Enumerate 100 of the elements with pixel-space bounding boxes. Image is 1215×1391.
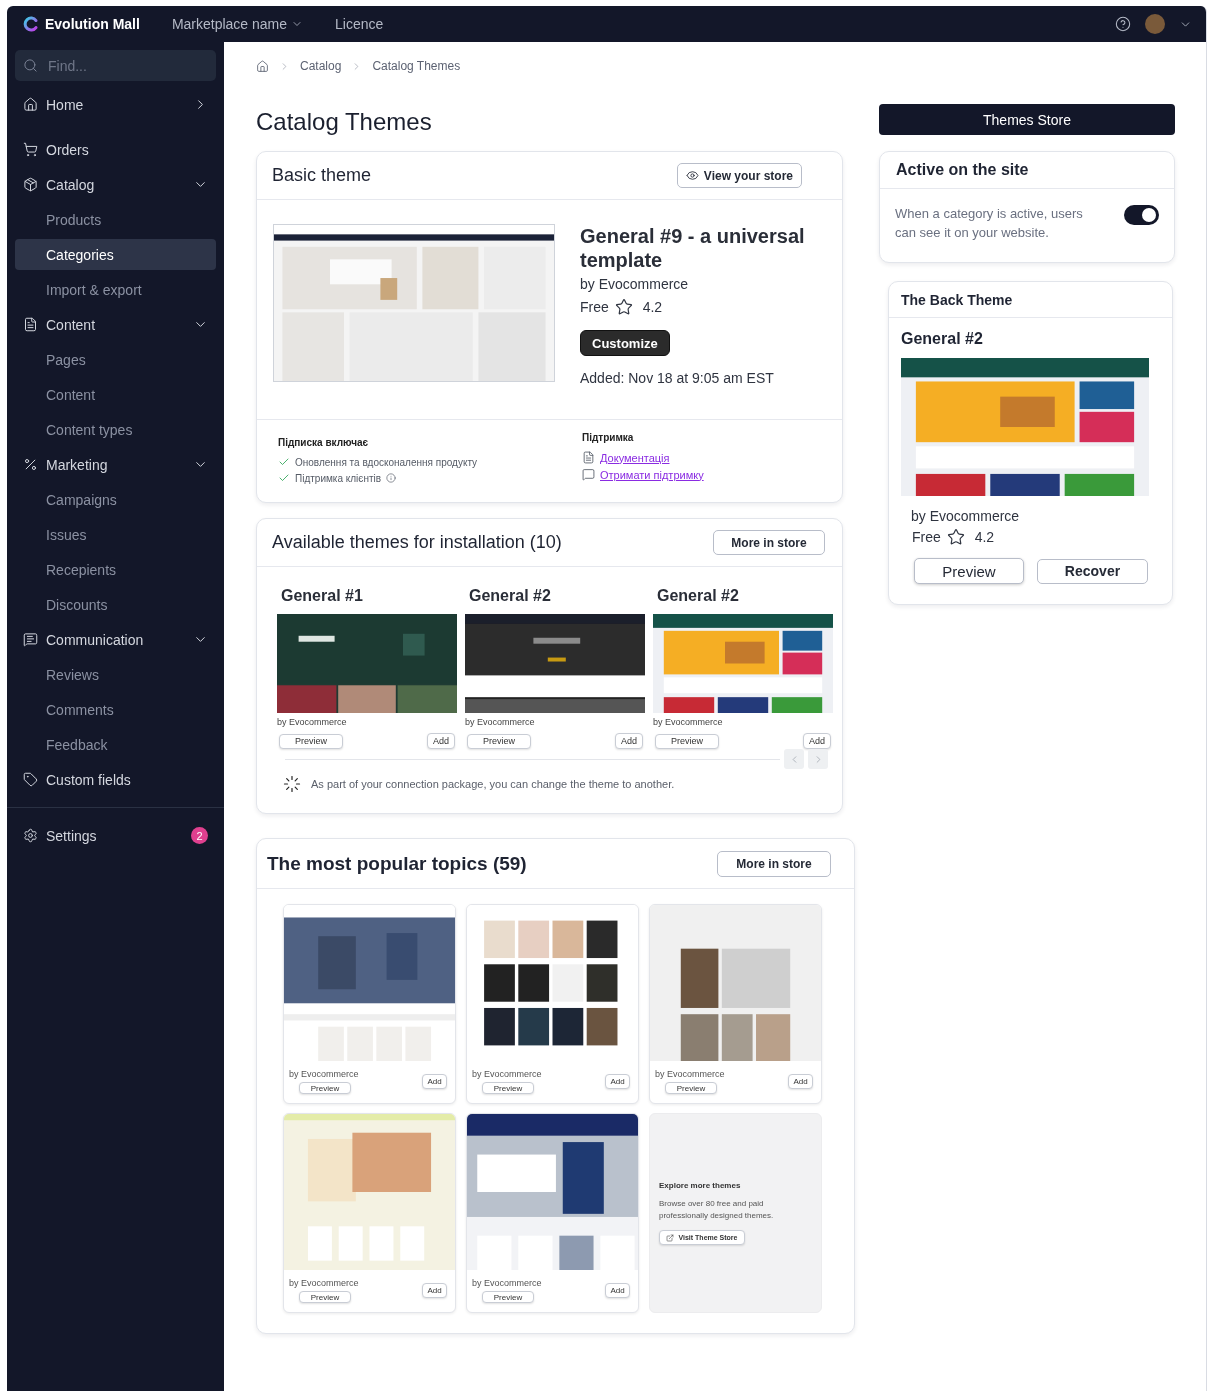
sidebar-subitem[interactable]: Recepients <box>15 554 216 585</box>
brand-logo[interactable]: Evolution Mall <box>23 16 140 32</box>
sidebar-item[interactable]: Content <box>15 309 216 340</box>
section-title: Підписка включає <box>278 437 370 448</box>
sidebar-item[interactable]: Marketing <box>15 449 216 480</box>
more-in-store-button[interactable]: More in store <box>713 530 825 555</box>
themes-store-button[interactable]: Themes Store <box>879 104 1175 135</box>
search-box[interactable]: Find... <box>15 50 216 81</box>
add-button[interactable]: Add <box>605 1283 630 1298</box>
sidebar-subitem[interactable]: Reviews <box>15 659 216 690</box>
breadcrumb-link[interactable]: Catalog Themes <box>372 59 461 73</box>
theme-author: by Evocommerce <box>465 717 536 727</box>
cart-icon <box>23 142 38 157</box>
avatar[interactable] <box>1145 14 1165 34</box>
active-toggle[interactable] <box>1124 205 1159 225</box>
theme-author: by Evocommerce <box>580 276 689 292</box>
sidebar-subitem[interactable]: Import & export <box>15 274 216 305</box>
sidebar-item[interactable]: Communication <box>15 624 216 655</box>
card-title: Available themes for installation (10) <box>272 532 562 553</box>
view-store-button[interactable]: View your store <box>676 163 802 188</box>
theme-author: by Evocommerce <box>653 717 724 727</box>
sidebar-item[interactable]: Orders <box>15 134 216 165</box>
theme-name: General #1 <box>281 587 364 605</box>
preview-button[interactable]: Preview <box>299 1291 351 1303</box>
add-button[interactable]: Add <box>788 1074 813 1089</box>
tag-icon <box>23 772 38 787</box>
add-button[interactable]: Add <box>427 733 455 749</box>
recover-button[interactable]: Recover <box>1037 558 1148 584</box>
explore-title: Explore more themes <box>659 1181 741 1190</box>
theme-author: by Evocommerce <box>472 1278 543 1288</box>
add-button[interactable]: Add <box>422 1283 447 1298</box>
feature-text: Підтримка клієнтів <box>295 472 382 484</box>
preview-button[interactable]: Preview <box>482 1082 534 1094</box>
add-button[interactable]: Add <box>422 1074 447 1089</box>
preview-button[interactable]: Preview <box>279 733 343 749</box>
feature-text: Оновлення та вдосконалення продукту <box>295 456 478 468</box>
top-menu-link[interactable]: Licence <box>335 16 384 32</box>
theme-name: General #2 <box>469 587 552 605</box>
search-icon <box>23 58 38 73</box>
theme-name: General #2 <box>657 587 740 605</box>
preview-button[interactable]: Preview <box>665 1082 717 1094</box>
speech-bubble-icon <box>582 468 595 481</box>
percent-icon <box>23 457 38 472</box>
home-icon <box>23 97 38 112</box>
eye-icon <box>685 169 699 182</box>
star-icon <box>614 298 633 316</box>
theme-author: by Evocommerce <box>911 508 1021 524</box>
add-button[interactable]: Add <box>605 1074 630 1089</box>
preview-button[interactable]: Preview <box>655 733 719 749</box>
page-title: Catalog Themes <box>256 107 433 137</box>
explore-text: Browse over 80 free and paid professionally designed themes. <box>659 1198 775 1222</box>
loader-icon <box>283 775 301 793</box>
preview-button[interactable]: Preview <box>299 1082 351 1094</box>
breadcrumb-link[interactable]: Catalog <box>300 59 342 73</box>
sidebar-subitem[interactable]: Issues <box>15 519 216 550</box>
more-in-store-button[interactable]: More in store <box>717 850 831 877</box>
card-title: Basic theme <box>272 165 372 186</box>
chat-icon <box>23 632 38 647</box>
sidebar-subitem[interactable]: Products <box>15 204 216 235</box>
support-link[interactable]: Документація <box>600 451 670 464</box>
active-description: When a category is active, users can see it on your website. <box>895 205 1084 242</box>
notification-badge: 2 <box>191 827 208 844</box>
search-field[interactable]: Find... <box>46 56 196 75</box>
sidebar-item[interactable]: Catalog <box>15 169 216 200</box>
sidebar-subitem[interactable]: Comments <box>15 694 216 725</box>
box-icon <box>23 177 38 192</box>
help-icon <box>1115 16 1131 32</box>
sidebar-subitem[interactable]: Content <box>15 379 216 410</box>
theme-author: by Evocommerce <box>289 1069 360 1079</box>
back-theme-card: The Back Theme General #2 by Evocommerce Free 4.2 Preview Recover <box>888 281 1173 605</box>
check-icon <box>278 456 290 468</box>
sidebar-item[interactable]: Home <box>15 89 216 120</box>
card-title: Active on the site <box>896 161 1029 179</box>
support-link[interactable]: Отримати підтримку <box>600 468 704 481</box>
card-title: The Back Theme <box>901 291 1013 308</box>
sidebar-item[interactable]: Settings 2 <box>15 820 216 851</box>
info-icon <box>386 473 397 483</box>
home-icon <box>256 59 269 73</box>
preview-button[interactable]: Preview <box>482 1291 534 1303</box>
sidebar-subitem[interactable]: Discounts <box>15 589 216 620</box>
logo-icon <box>23 16 39 32</box>
sidebar-subitem[interactable]: Pages <box>15 344 216 375</box>
add-button[interactable]: Add <box>615 733 643 749</box>
customize-button[interactable]: Customize <box>580 330 670 356</box>
preview-button[interactable]: Preview <box>467 733 531 749</box>
add-button[interactable]: Add <box>803 733 831 749</box>
external-link-icon <box>666 1233 675 1242</box>
sidebar-subitem[interactable]: Feedback <box>15 729 216 760</box>
sidebar-subitem[interactable]: Content types <box>15 414 216 445</box>
document-icon <box>582 451 595 464</box>
theme-author: by Evocommerce <box>655 1069 726 1079</box>
check-icon <box>278 472 290 484</box>
basic-theme-card: Basic theme View your store General #9 - a universal template by Evocommerce Free 4.2 Customize Added: Nov 18 at 9:05 am EST Підписка включає Оновлення та вдосконалення продукту Підтримка клієнтів Підтримка Документація Отримати підтримку <box>256 151 843 503</box>
sidebar-subitem[interactable]: Categories <box>15 239 216 270</box>
top-menu-link[interactable]: Marketplace name <box>171 16 304 32</box>
sidebar-item[interactable]: Custom fields <box>15 764 216 795</box>
sidebar-subitem[interactable]: Campaigns <box>15 484 216 515</box>
preview-button[interactable]: Preview <box>914 558 1024 584</box>
theme-name: General #2 <box>901 330 984 348</box>
settings-icon <box>23 828 38 843</box>
